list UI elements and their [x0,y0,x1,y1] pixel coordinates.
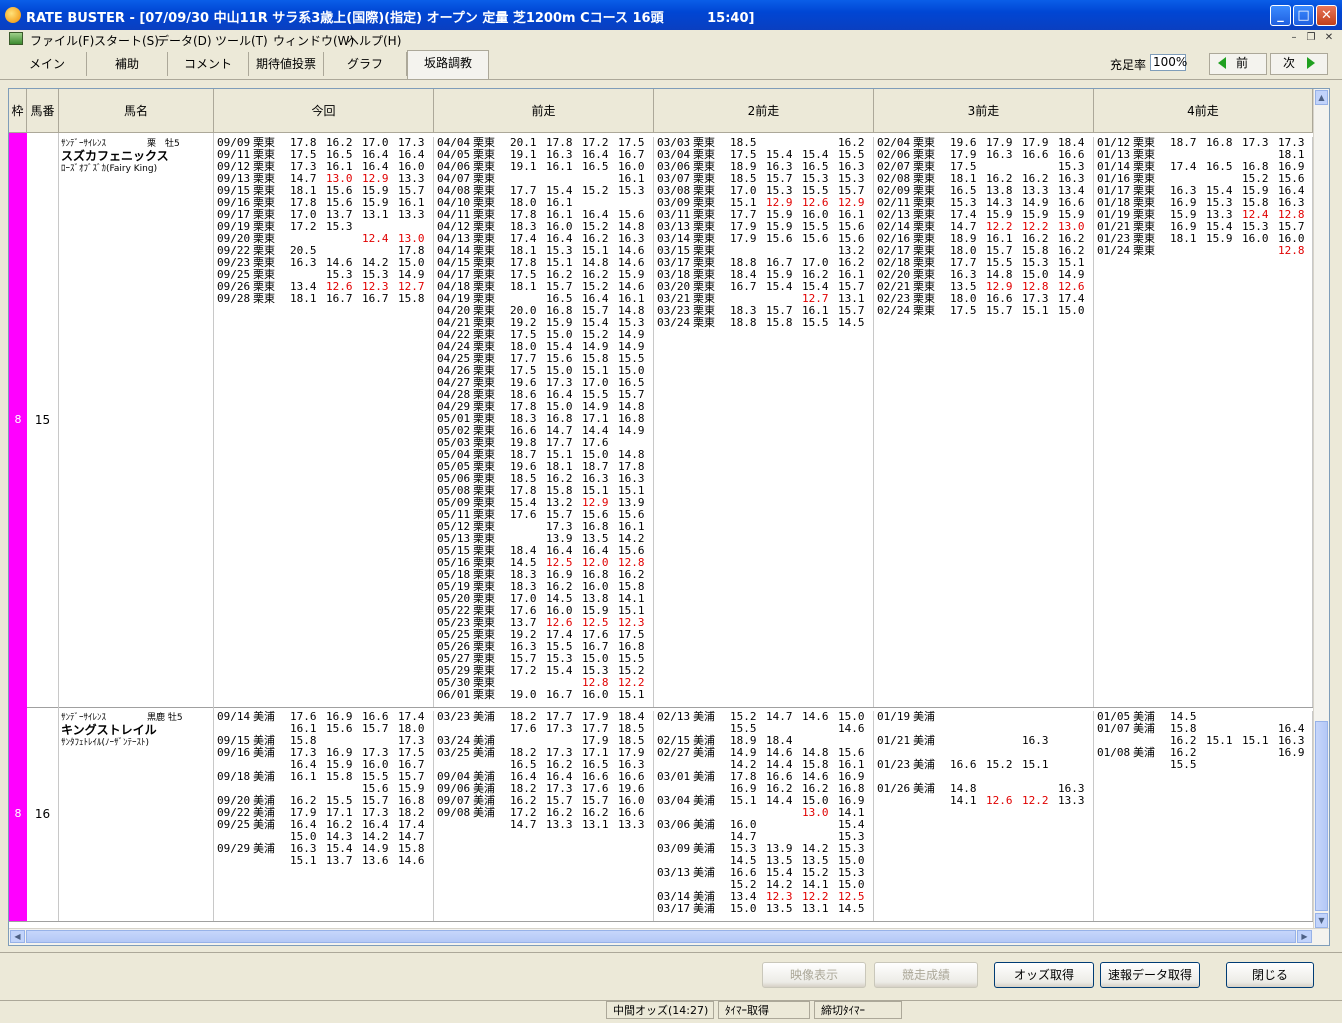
training-cell: 02/04 栗東 19.6 17.9 17.9 18.4 02/06 栗東 17.9 16.3 16… [874,137,1094,707]
training-row: 01/08 美浦 16.2 16.9 [1097,746,1305,759]
scroll-left-icon[interactable]: ◀ [10,930,25,943]
arrow-right-icon [1307,57,1315,69]
tab-main[interactable]: メイン [8,52,87,76]
training-row: 14.1 12.6 12.2 13.3 [950,794,1085,807]
training-row: 15.1 13.7 13.6 14.6 [290,854,425,867]
training-cell: 09/14 美浦 17.6 16.9 16.6 17.4 16.1 15.6 15.7 18.0 0… [214,711,434,921]
training-cell: 09/09 栗東 17.8 16.2 17.0 17.3 09/11 栗東 17.5 16.5 16… [214,137,434,707]
close-button[interactable]: 閉じる [1226,962,1314,988]
tab-comment[interactable]: コメント [168,52,249,76]
header-umaban: 馬番 [27,89,59,133]
prev-button[interactable]: 前 [1209,53,1267,75]
mdi-minimize-button[interactable]: – [1287,32,1301,45]
umaban-cell: 16 [27,707,59,921]
race-results-button[interactable]: 競走成績 [874,962,978,988]
fill-rate-label: 充足率 [1110,58,1147,72]
training-row: 14.7 13.3 13.1 13.3 [510,818,645,831]
training-cell: 02/13 美浦 15.2 14.7 14.6 15.0 15.5 14.6 02/15 美浦 18… [654,711,874,921]
tab-graph[interactable]: グラフ [324,52,407,76]
document-icon[interactable] [9,32,23,45]
scroll-up-icon[interactable]: ▲ [1315,90,1328,105]
title-bar: RATE BUSTER - [07/09/30 中山11R サラ系3歳上(国際)… [0,0,1342,30]
dam-name: ｻﾝﾀﾌｪﾄﾚｲﾙ(ﾉｰｻﾞﾝﾃｰｽﾄ) [61,738,150,748]
vertical-scrollbar[interactable]: ▲ ▼ [1313,89,1329,929]
get-quick-data-button[interactable]: 速報データ取得 [1100,962,1200,988]
menu-help[interactable]: ヘルプ(H) [347,32,401,49]
horizontal-scrollbar[interactable]: ◀ ▶ [9,928,1329,945]
menu-bar: ファイル(F) スタート(S) データ(D) ツール(T) ウィンドウ(W) ヘ… [0,30,1342,48]
training-row: 02/24 栗東 17.5 15.7 15.1 15.0 [877,304,1085,317]
scroll-thumb[interactable] [1315,721,1328,911]
menu-file[interactable]: ファイル(F) [30,32,94,49]
app-icon[interactable] [5,7,21,23]
header-horse-name: 馬名 [59,89,214,133]
status-timer: ﾀｲﾏｰ取得 [718,1001,810,1019]
header-prev4: 4前走 [1094,89,1313,133]
horse-cell[interactable]: ｻﾝﾃﾞｰｻｲﾚﾝｽ栗 牡5 スズカフェニックス ﾛｰｽﾞｵﾌﾞｽﾞｶ(Fairy … [59,133,214,707]
waku-cell: 8 [9,707,27,921]
get-odds-button[interactable]: オッズ取得 [994,962,1094,988]
training-row: 03/24 栗東 18.8 15.8 15.5 14.5 [657,316,865,329]
header-prev3: 3前走 [874,89,1094,133]
status-deadline-timer: 締切ﾀｲﾏｰ [814,1001,902,1019]
training-row: 01/24 栗東 12.8 [1097,244,1305,257]
training-cell: 03/23 美浦 18.2 17.7 17.9 18.4 17.6 17.3 17.7 18.5 0… [434,711,654,921]
menu-data[interactable]: データ(D) [157,32,212,49]
status-mid-odds: 中間オッズ(14:27) [606,1001,714,1019]
tab-aux[interactable]: 補助 [87,52,168,76]
training-row: 01/21 美浦 16.3 [877,734,1049,747]
training-row: 01/23 美浦 16.6 15.2 15.1 [877,758,1049,771]
fill-rate-input[interactable]: 100% [1150,54,1187,71]
training-cell: 01/12 栗東 18.7 16.8 17.3 17.3 01/13 栗東 18.1 01/14 栗… [1094,137,1313,707]
menu-tools[interactable]: ツール(T) [215,32,268,49]
horse-cell[interactable]: ｻﾝﾃﾞｰｻｲﾚﾝｽ 黒鹿 牡5 キングストレイル ｻﾝﾀﾌｪﾄﾚｲﾙ(ﾉｰｻﾞﾝﾃｰ… [59,707,214,921]
training-cell: 03/03 栗東 18.5 16.2 03/04 栗東 17.5 15.4 15.4 15.5 03… [654,137,874,707]
next-button[interactable]: 次 [1270,53,1328,75]
row-divider [9,921,1313,922]
minimize-button[interactable]: _ [1270,5,1291,26]
training-row: 15.5 [1170,758,1197,771]
menu-start[interactable]: スタート(S) [94,32,159,49]
header-prev1: 前走 [434,89,654,133]
tab-hill-training[interactable]: 坂路調教 [407,50,489,79]
header-current: 今回 [214,89,434,133]
waku-cell: 8 [9,133,27,707]
scroll-right-icon[interactable]: ▶ [1297,930,1312,943]
window-title: RATE BUSTER - [07/09/30 中山11R サラ系3歳上(国際)… [26,11,755,26]
arrow-left-icon [1218,57,1226,69]
training-row: 06/01 栗東 19.0 16.7 16.0 15.1 [437,688,645,701]
menu-window[interactable]: ウィンドウ(W) [273,32,354,49]
scroll-down-icon[interactable]: ▼ [1315,913,1328,928]
training-row: 03/17 美浦 15.0 13.5 13.1 14.5 [657,902,865,915]
umaban-cell: 15 [27,133,59,707]
horizontal-scroll-thumb[interactable] [26,930,1296,943]
dam-name: ﾛｰｽﾞｵﾌﾞｽﾞｶ(Fairy King) [61,164,158,174]
mdi-close-button[interactable]: ✕ [1322,32,1336,45]
video-button[interactable]: 映像表示 [762,962,866,988]
training-cell: 01/05 美浦 14.5 01/07 美浦 15.8 16.4 16.2 15.1 15.1 16… [1094,711,1313,921]
training-grid: 枠 馬番 馬名 今回 前走 2前走 3前走 4前走 8 15 ｻﾝﾃﾞｰｻｲﾚﾝｽ栗… [8,88,1330,946]
mdi-restore-button[interactable]: ❐ [1304,32,1318,45]
close-window-button[interactable]: ✕ [1316,5,1337,26]
header-prev2: 2前走 [654,89,874,133]
header-waku: 枠 [9,89,27,133]
training-row: 09/28 栗東 18.1 16.7 16.7 15.8 [217,292,425,305]
maximize-button[interactable]: □ [1293,5,1314,26]
training-cell: 04/04 栗東 20.1 17.8 17.2 17.5 04/05 栗東 19.1 16.3 16… [434,137,654,707]
tab-expected-vote[interactable]: 期待値投票 [249,52,324,76]
training-row: 01/19 美浦 [877,711,935,723]
training-cell: 01/19 美浦 01/21 美浦 16.3 01/23 美浦 16.6 15.2 15.1 01/… [874,711,1094,921]
